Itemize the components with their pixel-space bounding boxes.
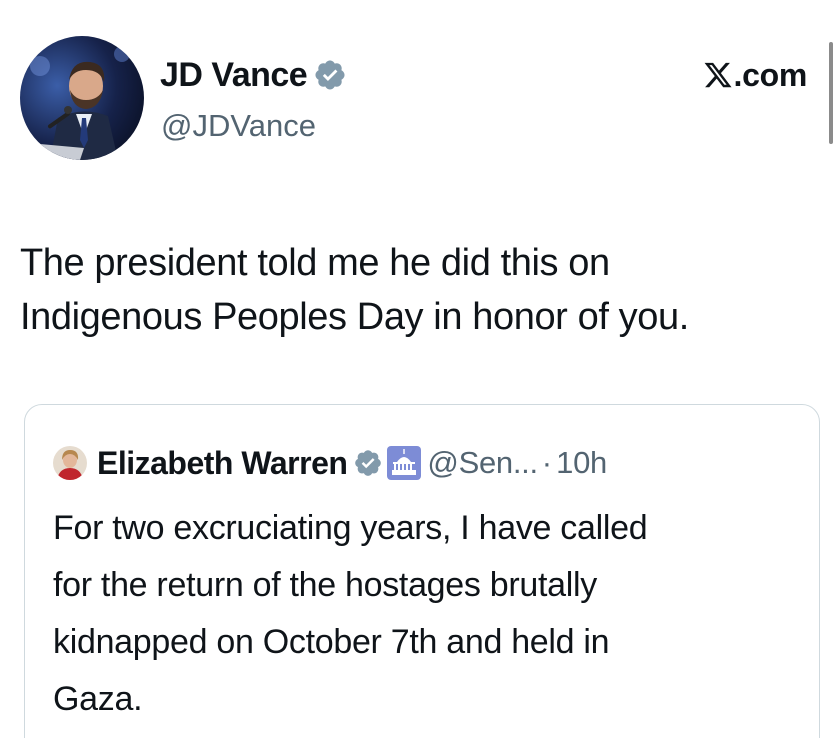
meta-separator: · xyxy=(541,445,553,480)
tweet-text: The president told me he did this on Ind… xyxy=(20,236,830,344)
author-name-row: JD Vance xyxy=(160,55,347,95)
author-handle[interactable]: @JDVance xyxy=(161,108,316,144)
quoted-tweet-line: for the return of the hostages brutally xyxy=(53,566,597,604)
scrollbar[interactable] xyxy=(829,42,833,144)
verified-badge-icon xyxy=(355,450,382,476)
tweet-screenshot: JD Vance @JDVance .com The president tol… xyxy=(0,0,839,738)
verified-badge-icon xyxy=(315,60,345,90)
quoted-author-handle[interactable]: @Sen... xyxy=(427,445,538,481)
source-site[interactable]: .com xyxy=(703,56,808,94)
source-site-label: .com xyxy=(733,57,808,93)
quoted-tweet-timestamp[interactable]: 10h xyxy=(556,445,607,481)
government-capitol-icon xyxy=(387,446,422,480)
quoted-author-display-name[interactable]: Elizabeth Warren xyxy=(97,445,348,482)
tweet-line: Indigenous Peoples Day in honor of you. xyxy=(20,296,689,338)
tweet-line: The president told me he did this on xyxy=(20,242,610,284)
author-display-name[interactable]: JD Vance xyxy=(160,55,308,95)
quoted-tweet-line: Gaza. xyxy=(53,680,143,718)
quoted-tweet-header: Elizabeth Warren @Sen... · 10h xyxy=(53,445,607,481)
quoted-tweet-line: kidnapped on October 7th and held in xyxy=(53,623,610,661)
author-avatar[interactable] xyxy=(20,36,144,160)
quoted-tweet-card[interactable]: Elizabeth Warren @Sen... · 10h For two e… xyxy=(24,404,820,738)
quoted-tweet-text: For two excruciating years, I have calle… xyxy=(53,500,803,728)
quoted-author-avatar[interactable] xyxy=(53,446,87,480)
quoted-tweet-line: For two excruciating years, I have calle… xyxy=(53,509,648,547)
x-logo-icon xyxy=(704,62,732,88)
